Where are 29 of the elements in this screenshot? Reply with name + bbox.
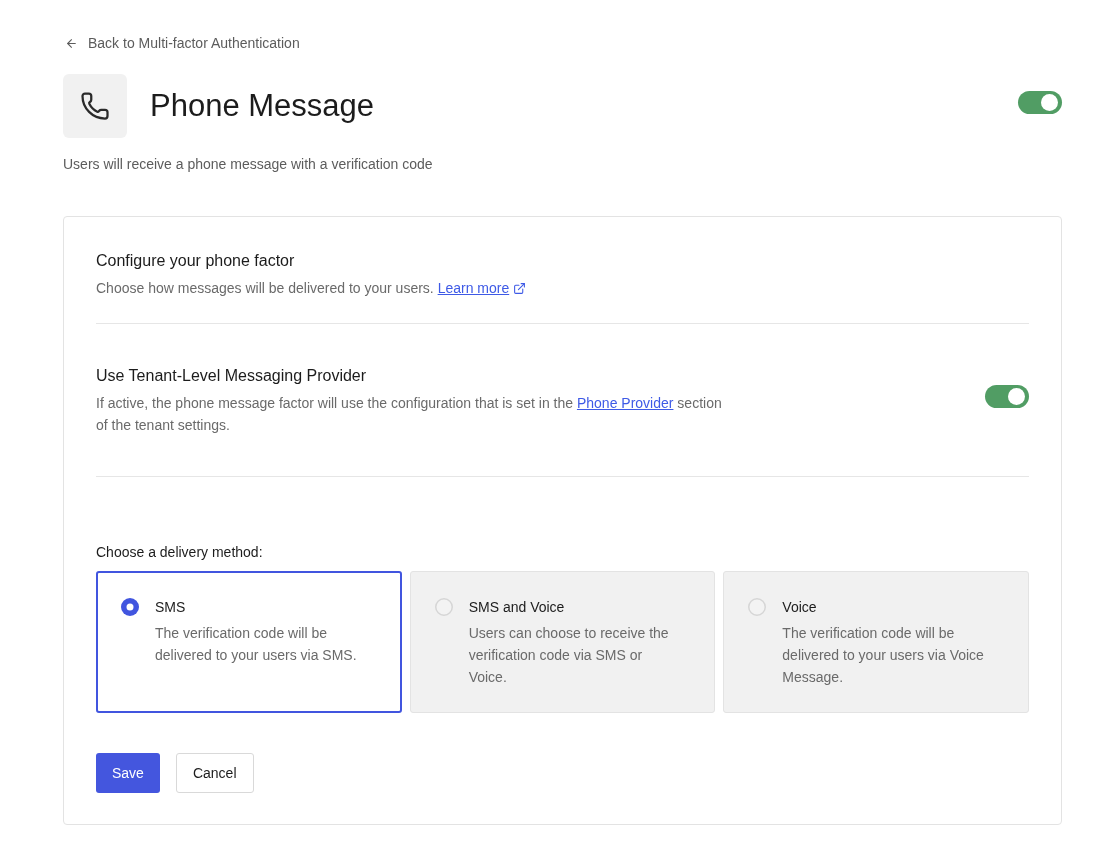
delivery-method-label: Choose a delivery method: xyxy=(96,543,264,562)
page-title: Phone Message xyxy=(150,87,375,125)
save-button[interactable]: Save xyxy=(96,753,160,793)
phone-icon xyxy=(63,74,127,138)
delivery-option-card[interactable]: SMS The verification code will be delivered to your users via SMS. xyxy=(96,571,402,713)
option-description: Users can choose to receive the verification code via SMS or Voice. xyxy=(468,624,670,687)
option-description: The verification code will be delivered to your users via SMS. xyxy=(155,624,358,665)
section-title: Configure your phone factor xyxy=(96,251,296,271)
page-description: Users will receive a phone message with a verification code xyxy=(63,155,434,174)
option-title: SMS and Voice xyxy=(468,598,566,617)
cancel-button[interactable]: Cancel xyxy=(175,753,254,793)
section-title: Use Tenant-Level Messaging Provider xyxy=(96,366,368,386)
factor-toggle[interactable] xyxy=(1018,91,1062,114)
option-title: SMS xyxy=(155,598,187,617)
arrow-left-icon xyxy=(65,37,78,50)
provider-toggle[interactable] xyxy=(985,385,1029,408)
radio-button[interactable] xyxy=(434,598,453,616)
delivery-option-card[interactable]: Voice The verification code will be delivered to your users via Voice Message. xyxy=(723,571,1029,713)
phone-provider-link[interactable]: Phone Provider xyxy=(576,395,674,411)
radio-button[interactable] xyxy=(748,598,767,616)
delivery-option-card[interactable]: SMS and Voice Users can choose to receive the verification code via SMS or Voice. xyxy=(409,571,716,713)
radio-button[interactable] xyxy=(121,598,139,616)
option-title: Voice xyxy=(782,598,818,617)
section-description: Choose how messages will be delivered to your users. Learn more xyxy=(96,277,1029,299)
section-description: If active, the phone message factor will use the configuration that is set in the Phone Provider section of the tenant settings. xyxy=(96,394,723,435)
option-description: The verification code will be delivered to your users via Voice Message. xyxy=(782,624,985,687)
external-link-icon xyxy=(513,281,527,295)
back-link[interactable]: Back to Multi-factor Authentication xyxy=(63,33,300,54)
learn-more-link[interactable]: Learn more xyxy=(437,277,527,299)
